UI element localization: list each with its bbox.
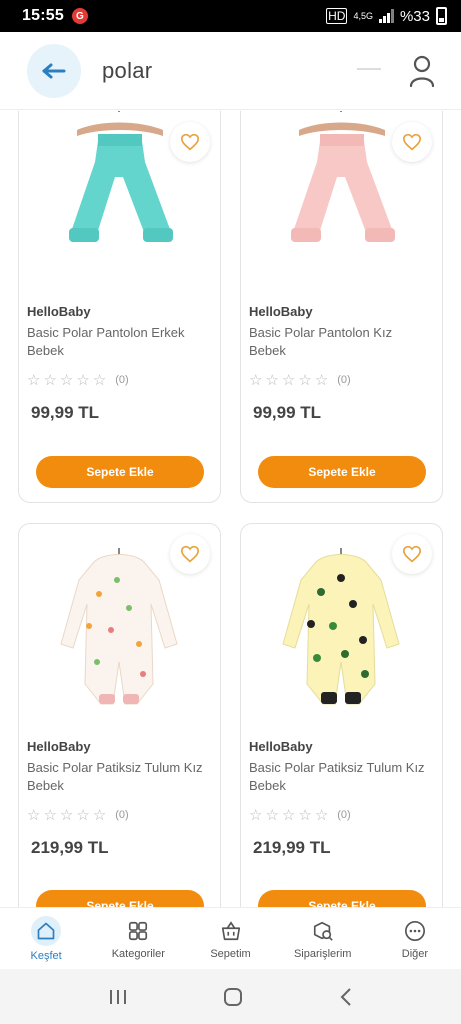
star-icon: ☆ xyxy=(265,372,279,389)
network-type: 4,5G xyxy=(353,10,373,21)
add-to-cart-button[interactable]: Sepete Ekle xyxy=(36,890,204,907)
star-icon: ☆ xyxy=(281,807,296,824)
nav-item-kategoriler[interactable]: Kategoriler xyxy=(92,908,184,969)
rating-count: (0) xyxy=(115,374,129,386)
nav-label: Keşfet xyxy=(30,950,62,962)
favorite-button[interactable] xyxy=(392,534,432,574)
star-icon: ☆ xyxy=(92,807,107,824)
status-bar: 15:55 G HD 4,5G %33 xyxy=(0,0,461,32)
product-name: Basic Polar Pantolon Kız Bebek xyxy=(249,325,393,358)
status-indicators: HD 4,5G %33 xyxy=(326,7,447,25)
bottom-navigation: Keşfet Kategoriler Sepetim Siparişlerim … xyxy=(0,907,461,969)
notification-icon: G xyxy=(71,8,88,24)
product-card[interactable]: HelloBaby Basic Polar Patiksiz Tulum Kız… xyxy=(18,523,221,907)
product-brand: HelloBaby xyxy=(27,304,91,319)
clear-search-icon[interactable] xyxy=(357,68,381,70)
product-brand: HelloBaby xyxy=(249,304,313,319)
home-button-icon[interactable] xyxy=(222,986,244,1008)
rating-stars: ☆ ☆ ☆ ☆ ☆ (0) xyxy=(27,806,129,824)
battery-icon xyxy=(436,7,447,25)
rating-count: (0) xyxy=(337,809,351,821)
heart-icon xyxy=(180,545,200,563)
star-icon: ☆ xyxy=(92,372,107,389)
rating-count: (0) xyxy=(337,374,351,386)
nav-label: Siparişlerim xyxy=(293,948,352,960)
product-brand: HelloBaby xyxy=(27,739,91,754)
product-card[interactable]: HelloBaby Basic Polar Pantolon Erkek Beb… xyxy=(18,111,221,503)
product-grid: HelloBaby Basic Polar Pantolon Erkek Beb… xyxy=(0,111,461,907)
star-icon: ☆ xyxy=(314,372,329,389)
product-price: 99,99 TL xyxy=(253,403,322,422)
star-icon: ☆ xyxy=(27,807,41,824)
star-icon: ☆ xyxy=(265,807,279,824)
heart-icon xyxy=(402,545,422,563)
battery-text: %33 xyxy=(399,7,430,25)
product-price: 219,99 TL xyxy=(31,838,109,857)
product-card[interactable]: HelloBaby Basic Polar Pantolon Kız Bebek… xyxy=(240,111,443,503)
product-brand: HelloBaby xyxy=(249,739,313,754)
star-icon: ☆ xyxy=(249,372,263,389)
star-icon: ☆ xyxy=(281,372,296,389)
star-icon: ☆ xyxy=(59,807,74,824)
home-icon xyxy=(31,916,62,946)
nav-label: Sepetim xyxy=(210,948,251,960)
star-icon: ☆ xyxy=(76,807,90,824)
star-icon: ☆ xyxy=(298,807,312,824)
add-to-cart-button[interactable]: Sepete Ekle xyxy=(36,456,204,488)
heart-icon xyxy=(180,133,200,151)
heart-icon xyxy=(402,133,422,151)
nav-item-siparislerim[interactable]: Siparişlerim xyxy=(277,908,369,969)
product-name: Basic Polar Pantolon Erkek Bebek xyxy=(27,325,185,358)
favorite-button[interactable] xyxy=(170,534,210,574)
star-icon: ☆ xyxy=(43,807,57,824)
back-nav-icon[interactable] xyxy=(338,986,354,1008)
nav-item-sepetim[interactable]: Sepetim xyxy=(184,908,276,969)
nav-item-diger[interactable]: Diğer xyxy=(369,908,461,969)
nav-label: Kategoriler xyxy=(111,948,165,960)
product-name: Basic Polar Patiksiz Tulum Kız Bebek xyxy=(249,760,425,793)
grid-icon xyxy=(125,918,151,944)
star-icon: ☆ xyxy=(314,807,329,824)
add-to-cart-button[interactable]: Sepete Ekle xyxy=(258,890,426,907)
product-price: 219,99 TL xyxy=(253,838,331,857)
favorite-button[interactable] xyxy=(170,122,210,162)
arrow-left-icon xyxy=(42,63,66,78)
signal-icon xyxy=(378,9,394,23)
star-icon: ☆ xyxy=(27,372,41,389)
orders-icon xyxy=(310,918,336,944)
rating-count: (0) xyxy=(115,809,129,821)
user-icon[interactable] xyxy=(409,54,435,88)
system-navigation-bar xyxy=(0,969,461,1024)
rating-stars: ☆ ☆ ☆ ☆ ☆ (0) xyxy=(249,806,351,824)
nav-item-kesfet[interactable]: Keşfet xyxy=(0,908,92,969)
star-icon: ☆ xyxy=(298,372,312,389)
rating-stars: ☆ ☆ ☆ ☆ ☆ (0) xyxy=(249,371,351,389)
screen: 15:55 G HD 4,5G %33 polar HelloBaby Basi… xyxy=(0,0,461,1024)
product-price: 99,99 TL xyxy=(31,403,100,422)
search-input[interactable]: polar xyxy=(102,58,152,84)
recent-apps-icon[interactable] xyxy=(107,987,129,1007)
product-card[interactable]: HelloBaby Basic Polar Patiksiz Tulum Kız… xyxy=(240,523,443,907)
more-icon xyxy=(402,918,428,944)
basket-icon xyxy=(218,918,244,944)
add-to-cart-button[interactable]: Sepete Ekle xyxy=(258,456,426,488)
rating-stars: ☆ ☆ ☆ ☆ ☆ (0) xyxy=(27,371,129,389)
back-button[interactable] xyxy=(27,43,81,98)
star-icon: ☆ xyxy=(59,372,74,389)
status-time: 15:55 xyxy=(22,7,64,24)
search-header: polar xyxy=(0,32,461,110)
star-icon: ☆ xyxy=(76,372,90,389)
favorite-button[interactable] xyxy=(392,122,432,162)
product-name: Basic Polar Patiksiz Tulum Kız Bebek xyxy=(27,760,203,793)
hd-icon: HD xyxy=(326,8,348,24)
star-icon: ☆ xyxy=(43,372,57,389)
star-icon: ☆ xyxy=(249,807,263,824)
nav-label: Diğer xyxy=(401,948,429,960)
